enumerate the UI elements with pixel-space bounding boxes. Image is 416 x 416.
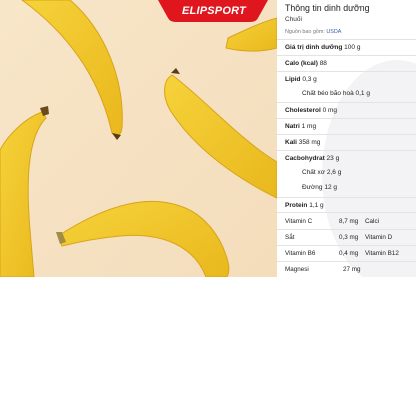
nutrition-row: Giá trị dinh dưỡng 100 g	[277, 39, 416, 55]
row-value: 1 mg	[301, 123, 317, 130]
nutrition-title: Thông tin dinh dưỡng	[285, 3, 370, 13]
row-value: 358 mg	[298, 139, 321, 146]
row-value: 23 g	[326, 155, 340, 162]
row-value: 1,1 g	[309, 202, 324, 209]
nutrition-row: Chất béo bão hoà 0,1 g	[277, 87, 416, 102]
brand-logo[interactable]: ELIPSPORT	[182, 5, 252, 19]
row-label: Đường	[302, 184, 323, 191]
vitamin-row: Sắt 0,3 mg Vitamin D	[277, 229, 416, 245]
row-label: Chất béo bão hoà	[302, 90, 354, 97]
blank-area	[0, 277, 416, 416]
vitamin-name: Magnesi	[285, 266, 309, 273]
vitamin-name: Vitamin C	[285, 218, 313, 225]
vitamin-name: Vitamin B6	[285, 250, 316, 257]
row-label: Calo (kcal)	[285, 60, 318, 67]
row-label: Chất xơ	[302, 169, 326, 176]
row-label: Cholesterol	[285, 107, 321, 114]
nutrition-row: Kali 358 mg	[277, 134, 416, 150]
nutrition-row: Lipid 0,3 g	[277, 71, 416, 87]
banana-illustration	[0, 0, 277, 277]
vitamin-name: Sắt	[285, 234, 295, 241]
vitamin-value: 27 mg	[343, 266, 361, 273]
vitamin-value: 0,4 mg	[339, 250, 359, 257]
banana-photo: ELIPSPORT	[0, 0, 277, 277]
source-link[interactable]: USDA	[326, 29, 341, 35]
food-name: Chuối	[285, 16, 302, 23]
nutrition-row: Chất xơ 2,6 g	[277, 166, 416, 181]
nutrition-row: Cacbohydrat 23 g	[277, 150, 416, 166]
vitamin-value: 0,3 mg	[339, 234, 359, 241]
nutrition-row: Cholesterol 0 mg	[277, 102, 416, 118]
nutrition-panel: Thông tin dinh dưỡng Chuối Nguồn bao gồm…	[277, 0, 416, 277]
row-label: Lipid	[285, 76, 301, 83]
vitamin-row: Magnesi 27 mg	[277, 261, 416, 277]
row-value: 88	[319, 60, 327, 67]
nutrition-header: Thông tin dinh dưỡng Chuối Nguồn bao gồm…	[285, 3, 415, 36]
row-label: Protein	[285, 202, 308, 209]
row-label: Cacbohydrat	[285, 155, 325, 162]
nutrition-row: Natri 1 mg	[277, 118, 416, 134]
row-value: 0,3 g	[302, 76, 317, 83]
row-value: 2,6 g	[326, 169, 342, 176]
row-label: Kali	[285, 139, 297, 146]
row-value: 0,1 g	[355, 90, 370, 97]
vitamin-name: Calci	[365, 218, 379, 225]
row-label: Giá trị dinh dưỡng	[285, 44, 343, 51]
row-value: 100 g	[344, 44, 361, 51]
nutrition-row: Calo (kcal) 88	[277, 55, 416, 71]
vitamin-value: 8,7 mg	[339, 218, 359, 225]
row-value: 12 g	[324, 184, 338, 191]
nutrition-row: Đường 12 g	[277, 181, 416, 196]
vitamin-row: Vitamin B6 0,4 mg Vitamin B12	[277, 245, 416, 261]
nutrition-row: Protein 1,1 g	[277, 197, 416, 213]
source-label: Nguồn bao gồm:	[285, 29, 325, 35]
vitamin-name: Vitamin D	[365, 234, 393, 241]
vitamin-name: Vitamin B12	[365, 250, 399, 257]
source-line: Nguồn bao gồm: USDA	[285, 28, 415, 36]
vitamin-row: Vitamin C 8,7 mg Calci	[277, 212, 416, 229]
row-value: 0 mg	[322, 107, 338, 114]
row-label: Natri	[285, 123, 300, 130]
